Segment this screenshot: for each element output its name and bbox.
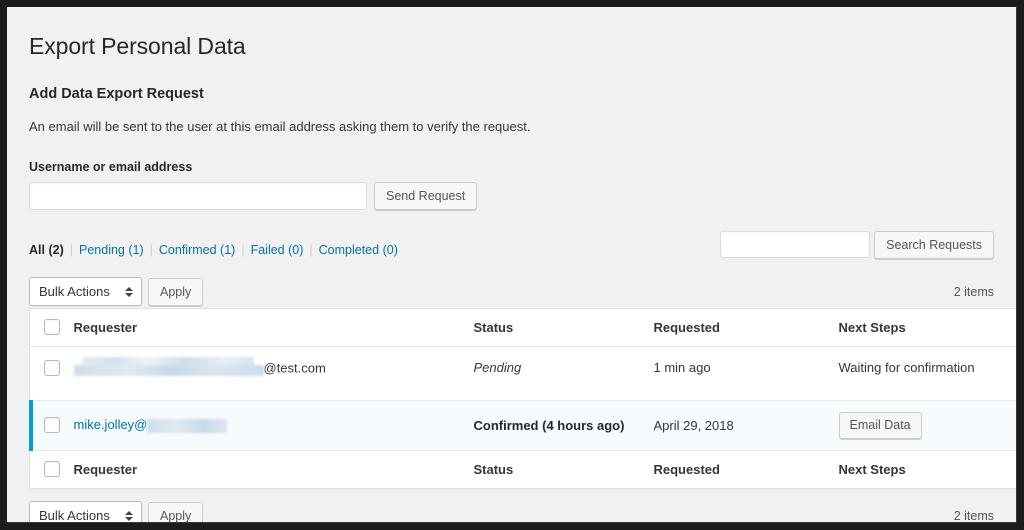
redaction-blocks-icon (73, 356, 264, 378)
add-request-form: Send Request (29, 181, 994, 210)
filter-completed-count: (0) (382, 242, 398, 257)
username-or-email-input[interactable] (29, 181, 367, 210)
list-toolbar: All (2) | Pending (1) | Confirmed (1) | … (29, 230, 994, 266)
email-visible-suffix: @test.com (263, 360, 326, 376)
filter-separator: | (69, 242, 73, 257)
tablenav-top: Bulk Actions Apply 2 items (29, 276, 994, 308)
filter-failed-label: Failed (250, 242, 285, 257)
items-count-bottom: 2 items (953, 508, 994, 523)
search-requests-button[interactable]: Search Requests (874, 230, 994, 259)
cell-requester: @test.com (73, 346, 474, 401)
apply-button-top[interactable]: Apply (148, 277, 204, 306)
cell-requester: mike.jolley@ (73, 400, 474, 451)
row-select-cell (28, 399, 74, 451)
redaction-block-icon (147, 418, 228, 433)
select-all-checkbox-bottom[interactable] (44, 461, 60, 478)
section-description: An email will be sent to the user at thi… (29, 119, 531, 135)
filter-pending[interactable]: Pending (1) | (79, 240, 159, 260)
filter-pending-count: (1) (128, 242, 144, 257)
cell-next-steps: Email Data (838, 400, 1016, 451)
redacted-email[interactable]: mike.jolley@ (74, 417, 228, 433)
table-foot: Requester Status Requested Next Steps (29, 449, 1016, 489)
footer-requested[interactable]: Requested (653, 449, 839, 489)
table-footer-row: Requester Status Requested Next Steps (29, 449, 1016, 489)
table-head: Requester Status Requested Next Steps (29, 308, 1016, 347)
cell-requested: 1 min ago (653, 346, 839, 401)
sort-arrows-icon (125, 286, 133, 297)
section-heading: Add Data Export Request (29, 85, 204, 102)
select-all-footer (29, 449, 74, 489)
filter-failed-count: (0) (288, 242, 304, 257)
filter-confirmed-count: (1) (220, 242, 236, 257)
table-body: @test.com Pending 1 min ago Waiting for … (28, 346, 1016, 451)
filter-separator: | (309, 242, 313, 257)
filter-all[interactable]: All (2) | (29, 240, 79, 260)
select-all-header (29, 308, 74, 347)
page-title: Export Personal Data (29, 33, 246, 59)
bulk-actions-select-bottom[interactable]: Bulk Actions (29, 501, 142, 523)
filter-completed[interactable]: Completed (0) (319, 240, 398, 260)
row-checkbox[interactable] (44, 360, 60, 377)
email-data-button[interactable]: Email Data (838, 411, 922, 439)
filter-all-count: (2) (48, 242, 64, 257)
requester-email-link[interactable]: mike.jolley@ (74, 417, 148, 432)
bulk-actions-select-top[interactable]: Bulk Actions (29, 277, 142, 307)
username-email-label: Username or email address (29, 159, 193, 174)
filter-failed[interactable]: Failed (0) | (251, 240, 319, 260)
send-request-button[interactable]: Send Request (374, 181, 478, 210)
header-next-steps[interactable]: Next Steps (838, 308, 1016, 347)
row-checkbox[interactable] (44, 417, 60, 434)
filter-pending-label: Pending (79, 242, 125, 257)
redacted-email: @test.com (73, 356, 326, 378)
cell-next-steps: Waiting for confirmation (838, 346, 1016, 401)
table-header-row: Requester Status Requested Next Steps (29, 308, 1016, 347)
footer-requester[interactable]: Requester (73, 449, 474, 489)
cell-status: Pending (473, 346, 654, 401)
sort-arrows-icon (125, 510, 133, 521)
search-input[interactable] (720, 230, 871, 258)
admin-page-frame: Export Personal Data Add Data Export Req… (7, 7, 1017, 523)
filter-separator: | (149, 242, 153, 257)
items-count-top: 2 items (953, 284, 994, 299)
select-all-checkbox-top[interactable] (44, 319, 60, 336)
apply-button-bottom[interactable]: Apply (148, 501, 204, 522)
table-row[interactable]: mike.jolley@ Confirmed (4 hours ago) Apr… (28, 399, 1016, 451)
header-requested[interactable]: Requested (653, 308, 839, 347)
footer-next-steps[interactable]: Next Steps (838, 449, 1016, 489)
export-requests-table: Requester Status Requested Next Steps @t… (28, 307, 1016, 489)
filter-confirmed-label: Confirmed (158, 242, 217, 257)
status-badge: Pending (473, 359, 522, 375)
footer-status[interactable]: Status (473, 449, 654, 489)
header-requester[interactable]: Requester (73, 308, 474, 347)
row-select-cell (29, 346, 74, 401)
table-row[interactable]: @test.com Pending 1 min ago Waiting for … (29, 346, 1016, 401)
filter-completed-label: Completed (318, 242, 380, 257)
bulk-actions-selected-value: Bulk Actions (39, 508, 110, 523)
filter-all-label: All (29, 242, 45, 257)
cell-status: Confirmed (4 hours ago) (473, 400, 654, 451)
search-box: Search Requests (720, 230, 994, 259)
status-badge: Confirmed (4 hours ago) (473, 417, 625, 433)
tablenav-bottom: Bulk Actions Apply 2 items (29, 500, 994, 523)
filter-confirmed[interactable]: Confirmed (1) | (159, 240, 251, 260)
cell-requested: April 29, 2018 (653, 400, 839, 451)
wrap: Export Personal Data Add Data Export Req… (7, 7, 1016, 523)
bulk-actions-selected-value: Bulk Actions (39, 284, 110, 300)
header-status[interactable]: Status (473, 308, 654, 347)
filter-separator: | (241, 242, 245, 257)
